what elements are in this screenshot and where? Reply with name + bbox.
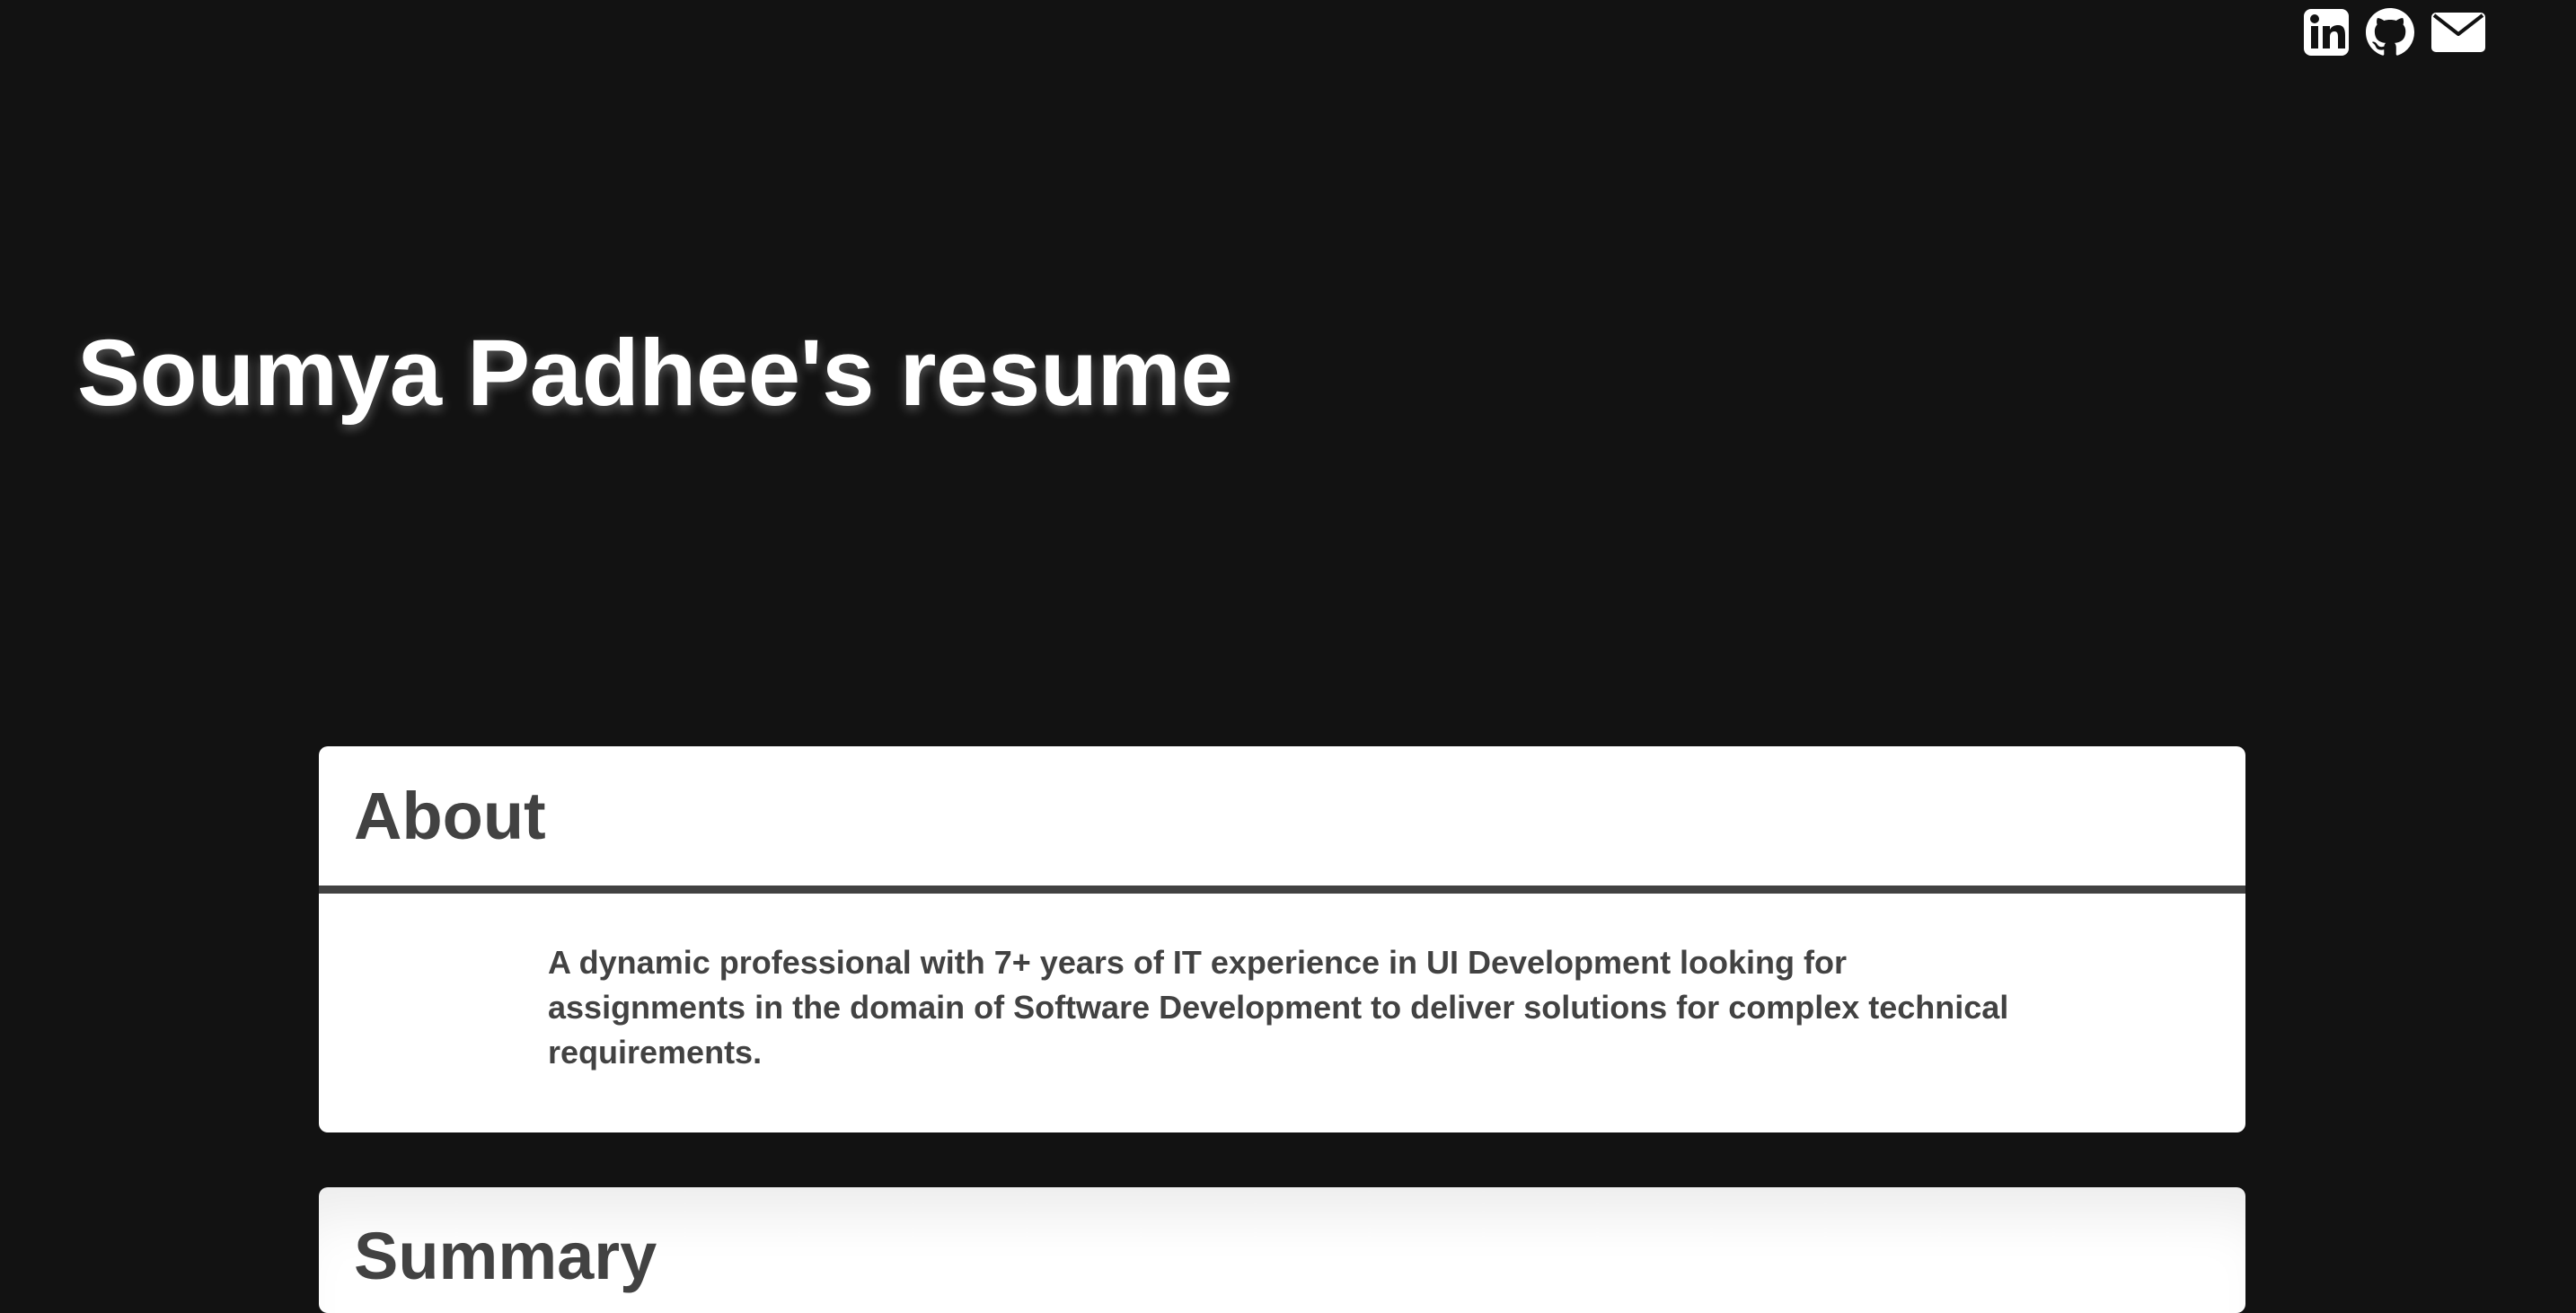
about-heading: About [354, 778, 546, 853]
social-links-bar [2303, 7, 2486, 57]
summary-heading: Summary [354, 1219, 657, 1293]
section-divider [319, 886, 2245, 894]
about-section: About A dynamic professional with 7+ yea… [319, 746, 2245, 1132]
github-link[interactable] [2366, 8, 2414, 57]
about-text: A dynamic professional with 7+ years of … [548, 944, 2009, 1071]
linkedin-icon [2304, 9, 2349, 56]
summary-section: Summary [319, 1187, 2245, 1313]
summary-header: Summary [319, 1187, 2245, 1313]
linkedin-link[interactable] [2303, 7, 2350, 57]
github-icon [2366, 8, 2414, 56]
email-link[interactable] [2430, 10, 2486, 55]
about-body: A dynamic professional with 7+ years of … [319, 894, 2245, 1075]
page-title: Soumya Padhee's resume [77, 321, 1233, 426]
about-header: About [319, 746, 2245, 886]
email-icon [2431, 13, 2485, 52]
